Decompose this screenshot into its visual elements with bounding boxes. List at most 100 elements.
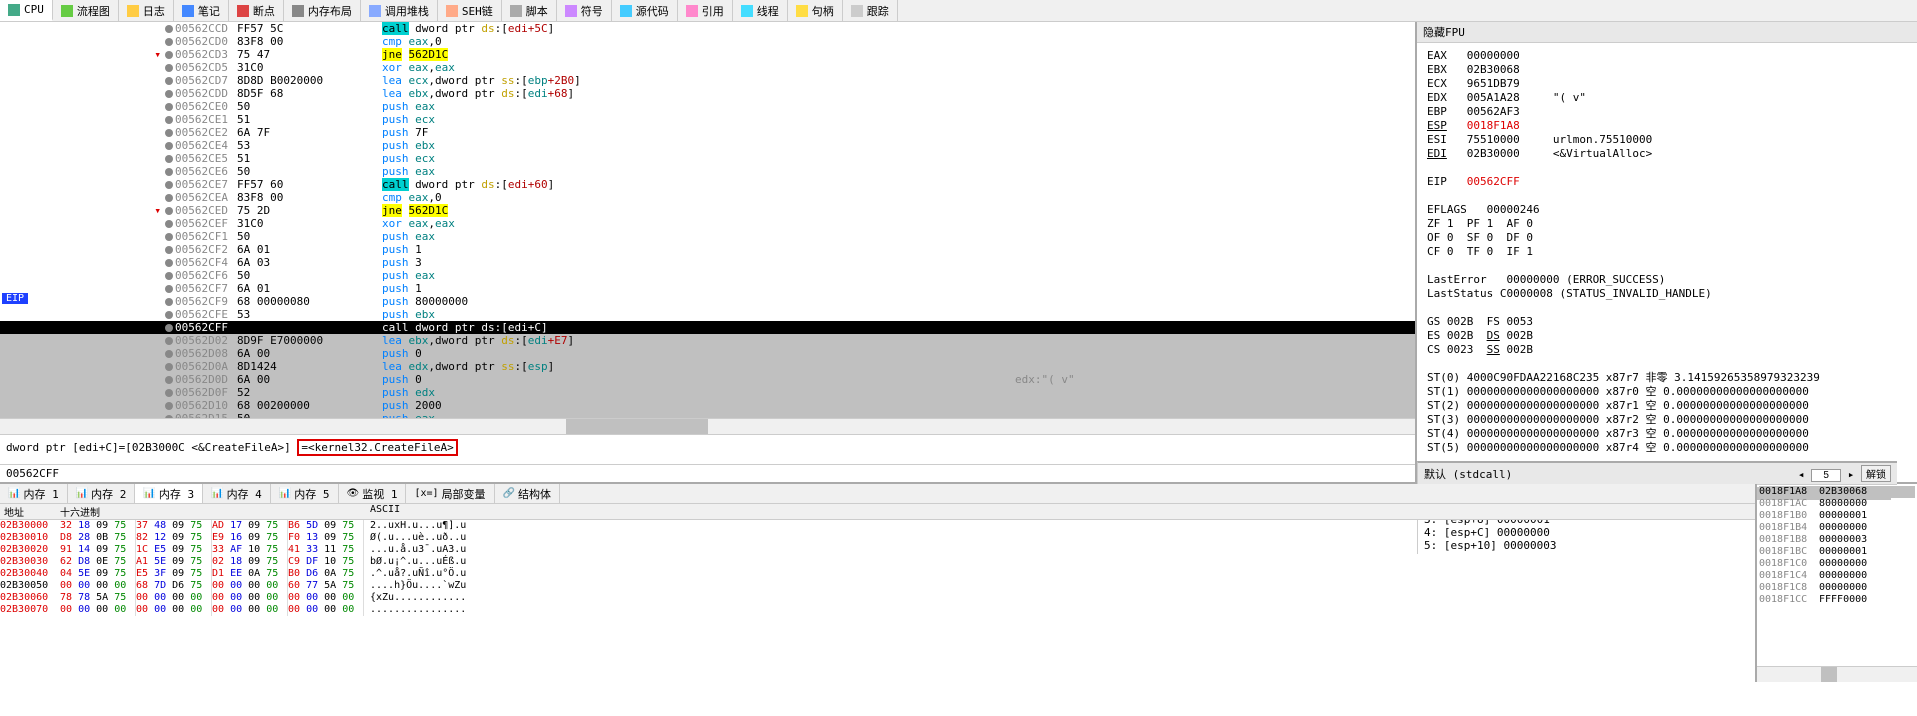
breakpoint-dot[interactable] (165, 233, 173, 241)
dump-tab[interactable]: 📊内存 5 (271, 484, 339, 503)
dump-tab[interactable]: 📊内存 1 (0, 484, 68, 503)
disasm-row[interactable]: 00562CE551push ecx (0, 152, 1415, 165)
dump-tab[interactable]: 📊内存 4 (203, 484, 271, 503)
tab-trace[interactable]: 跟踪 (843, 0, 898, 21)
stack-row[interactable]: 0018F1C0 00000000 (1759, 558, 1915, 570)
breakpoint-dot[interactable] (165, 220, 173, 228)
breakpoint-dot[interactable] (165, 285, 173, 293)
dump-row[interactable]: 02B3002091 14 09 751C E5 09 7533 AF 10 7… (0, 544, 1755, 556)
breakpoint-dot[interactable] (165, 155, 173, 163)
stack-scrollbar[interactable] (1757, 666, 1917, 682)
breakpoint-dot[interactable] (165, 181, 173, 189)
breakpoint-dot[interactable] (165, 64, 173, 72)
breakpoint-dot[interactable] (165, 272, 173, 280)
disasm-row[interactable]: ▾00562CD375 47jne 562D1C (0, 48, 1415, 61)
tab-handle[interactable]: 句柄 (788, 0, 843, 21)
disasm-row[interactable]: 00562CF46A 03push 3 (0, 256, 1415, 269)
fpu-toggle[interactable]: 隐藏FPU (1423, 24, 1465, 40)
disasm-row[interactable]: 00562CFFFF57 0Ccall dword ptr ds:[edi+C] (0, 321, 1415, 334)
stack-row[interactable]: 0018F1B8 00000003 (1759, 534, 1915, 546)
breakpoint-dot[interactable] (165, 116, 173, 124)
breakpoint-dot[interactable] (165, 363, 173, 371)
tab-bp[interactable]: 断点 (229, 0, 284, 21)
disasm-row[interactable]: 00562D1068 00200000push 2000 (0, 399, 1415, 412)
stack-row[interactable]: 0018F1BC 00000001 (1759, 546, 1915, 558)
tab-seh[interactable]: SEH链 (438, 0, 502, 21)
tab-sym[interactable]: 符号 (557, 0, 612, 21)
breakpoint-dot[interactable] (165, 129, 173, 137)
dump-row[interactable]: 02B3005000 00 00 0068 7D D6 7500 00 00 0… (0, 580, 1755, 592)
tab-thread[interactable]: 线程 (733, 0, 788, 21)
disasm-row[interactable]: 00562CE151push ecx (0, 113, 1415, 126)
stack-row[interactable]: 0018F1AC 80000000 (1759, 498, 1915, 510)
stack-row[interactable]: 0018F1A8 02B30068 (1759, 486, 1915, 498)
arg-count-input[interactable] (1811, 469, 1841, 482)
disasm-row[interactable]: 00562CE453push ebx (0, 139, 1415, 152)
disasm-row[interactable]: ▾00562CED75 2Djne 562D1C (0, 204, 1415, 217)
disasm-row[interactable]: 00562CF650push eax (0, 269, 1415, 282)
breakpoint-dot[interactable] (165, 25, 173, 33)
disasm-row[interactable]: 00562CEF31C0xor eax,eax (0, 217, 1415, 230)
disasm-row[interactable]: 00562D0D6A 00push 0edx:"( v" (0, 373, 1415, 386)
disasm-row[interactable]: 00562CD531C0xor eax,eax (0, 61, 1415, 74)
breakpoint-dot[interactable] (165, 259, 173, 267)
registers-body[interactable]: EAX 00000000 EBX 02B30068 ECX 9651DB79 E… (1417, 43, 1917, 461)
disasm-row[interactable]: 00562CF968 00000080push 80000000 (0, 295, 1415, 308)
tab-notes[interactable]: 笔记 (174, 0, 229, 21)
dump-row[interactable]: 02B3003062 D8 0E 75A1 5E 09 7502 18 09 7… (0, 556, 1755, 568)
breakpoint-dot[interactable] (165, 90, 173, 98)
disasm-row[interactable]: 00562CF76A 01push 1 (0, 282, 1415, 295)
breakpoint-dot[interactable] (165, 376, 173, 384)
tab-flow[interactable]: 流程图 (53, 0, 119, 21)
breakpoint-dot[interactable] (165, 103, 173, 111)
disasm-row[interactable]: 00562CFE53push ebx (0, 308, 1415, 321)
breakpoint-dot[interactable] (165, 402, 173, 410)
breakpoint-dot[interactable] (165, 38, 173, 46)
disasm-row[interactable]: 00562CCDFF57 5Ccall dword ptr ds:[edi+5C… (0, 22, 1415, 35)
disasm-row[interactable]: 00562CD083F8 00cmp eax,0 (0, 35, 1415, 48)
dump-tab[interactable]: 🔗结构体 (495, 484, 560, 503)
tab-mem[interactable]: 内存布局 (284, 0, 361, 21)
disasm-row[interactable]: 00562CF26A 01push 1 (0, 243, 1415, 256)
dump-tab[interactable]: 👁监视 1 (339, 484, 407, 503)
disasm-row[interactable]: 00562CF150push eax (0, 230, 1415, 243)
dump-row[interactable]: 02B3000032 18 09 7537 48 09 75AD 17 09 7… (0, 520, 1755, 532)
disassembly-view[interactable]: EIP 00562CCDFF57 5Ccall dword ptr ds:[ed… (0, 22, 1415, 418)
disasm-row[interactable]: 00562CDD8D5F 68lea ebx,dword ptr ds:[edi… (0, 87, 1415, 100)
breakpoint-dot[interactable] (165, 389, 173, 397)
breakpoint-dot[interactable] (165, 168, 173, 176)
stack-row[interactable]: 0018F1C4 00000000 (1759, 570, 1915, 582)
breakpoint-dot[interactable] (165, 77, 173, 85)
tab-script[interactable]: 脚本 (502, 0, 557, 21)
breakpoint-dot[interactable] (165, 324, 173, 332)
tab-src[interactable]: 源代码 (612, 0, 678, 21)
dump-row[interactable]: 02B3006078 78 5A 7500 00 00 0000 00 00 0… (0, 592, 1755, 604)
dump-tab[interactable]: 📊内存 3 (135, 484, 203, 503)
dump-tab[interactable]: [x=]局部变量 (406, 484, 494, 503)
lock-button[interactable]: 解锁 (1861, 465, 1891, 482)
disasm-row[interactable]: 00562CE26A 7Fpush 7F (0, 126, 1415, 139)
breakpoint-dot[interactable] (165, 350, 173, 358)
breakpoint-dot[interactable] (165, 337, 173, 345)
breakpoint-dot[interactable] (165, 142, 173, 150)
breakpoint-dot[interactable] (165, 246, 173, 254)
breakpoint-dot[interactable] (165, 298, 173, 306)
arg-count-spinner-down[interactable]: ◂ (1798, 468, 1805, 481)
disasm-row[interactable]: 00562CE050push eax (0, 100, 1415, 113)
dump-body[interactable]: 02B3000032 18 09 7537 48 09 75AD 17 09 7… (0, 520, 1755, 682)
tab-stack[interactable]: 调用堆栈 (361, 0, 438, 21)
stack-body[interactable]: 0018F1A8 02B300680018F1AC 80000000 0018F1… (1757, 484, 1917, 666)
dump-row[interactable]: 02B30010D8 28 0B 7582 12 09 75E9 16 09 7… (0, 532, 1755, 544)
dump-tab[interactable]: 📊内存 2 (68, 484, 136, 503)
breakpoint-dot[interactable] (165, 311, 173, 319)
tab-cpu[interactable]: CPU (0, 0, 53, 21)
breakpoint-dot[interactable] (165, 51, 173, 59)
disasm-row[interactable]: 00562D086A 00push 0 (0, 347, 1415, 360)
disasm-row[interactable]: 00562CEA83F8 00cmp eax,0 (0, 191, 1415, 204)
stack-row[interactable]: 0018F1CC FFFF0000 (1759, 594, 1915, 606)
disasm-row[interactable]: 00562CD78D8D B0020000lea ecx,dword ptr s… (0, 74, 1415, 87)
stack-row[interactable]: 0018F1B4 00000000 (1759, 522, 1915, 534)
stack-row[interactable]: 0018F1C8 00000000 (1759, 582, 1915, 594)
registers-header[interactable]: 隐藏FPU (1417, 22, 1917, 43)
disasm-row[interactable]: 00562D028D9F E7000000lea ebx,dword ptr d… (0, 334, 1415, 347)
